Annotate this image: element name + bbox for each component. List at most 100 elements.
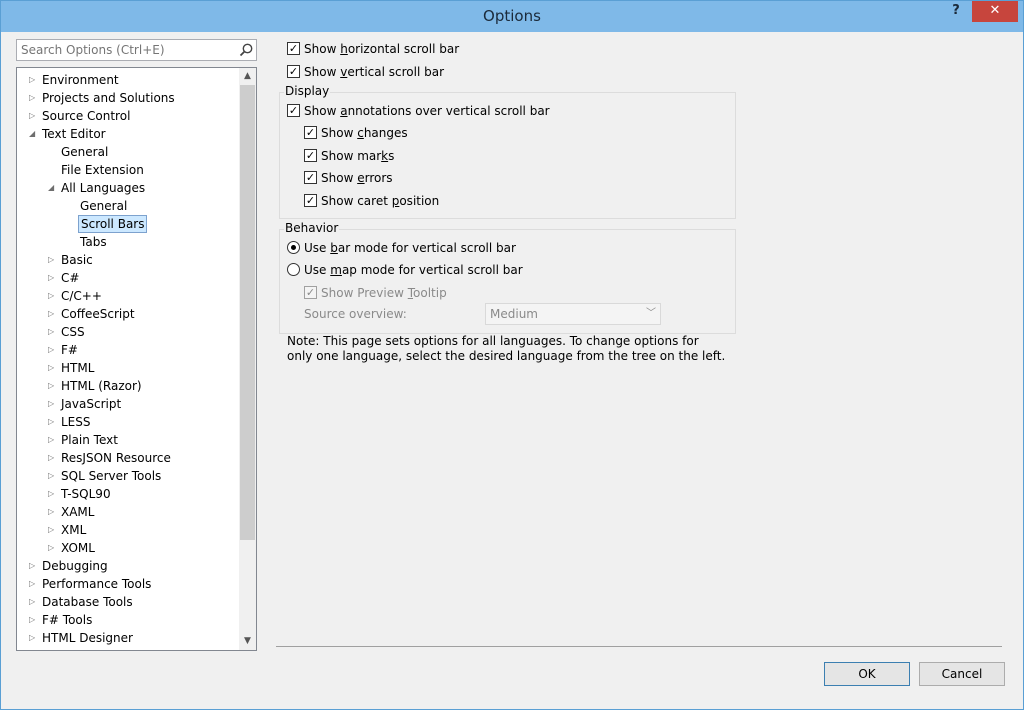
tree-item[interactable]: ▷ JavaScript	[17, 395, 239, 413]
collapsed-arrow-icon[interactable]: ▷	[48, 323, 58, 341]
tree-item[interactable]: General	[17, 197, 239, 215]
tree-item[interactable]: ▷ ResJSON Resource	[17, 449, 239, 467]
tree-item[interactable]: ▷ CoffeeScript	[17, 305, 239, 323]
search-icon[interactable]	[238, 42, 254, 58]
tree-item[interactable]: ▷ HTML Designer	[17, 629, 239, 647]
collapsed-arrow-icon[interactable]: ▷	[48, 539, 58, 557]
tree-item[interactable]: ▷ Projects and Solutions	[17, 89, 239, 107]
tree-item[interactable]: ▷ XOML	[17, 539, 239, 557]
tree-item[interactable]: ▷ HTML	[17, 359, 239, 377]
collapsed-arrow-icon[interactable]: ▷	[48, 449, 58, 467]
options-dialog: Options ? ✕ ▲ ▼ ▷Environment▷Projects an…	[0, 0, 1024, 710]
collapsed-arrow-icon[interactable]: ▷	[48, 395, 58, 413]
search-box	[16, 39, 257, 61]
tree-item[interactable]: ▷ C#	[17, 269, 239, 287]
options-tree[interactable]: ▲ ▼ ▷ Environment ▷ Projects and Solutions ▷…	[16, 67, 257, 651]
cancel-button[interactable]: Cancel	[919, 662, 1005, 686]
tree-item[interactable]: ▷ SQL Server Tools	[17, 467, 239, 485]
collapsed-arrow-icon[interactable]: ▷	[48, 341, 58, 359]
collapsed-arrow-icon[interactable]: ▷	[48, 467, 58, 485]
tree-item-label: All Languages	[61, 181, 146, 195]
tree-item[interactable]: ▷ Debugging	[17, 557, 239, 575]
close-button[interactable]: ✕	[972, 1, 1018, 22]
checkbox-checked-icon[interactable]: ✓	[304, 126, 317, 139]
tree-item[interactable]: Tabs	[17, 233, 239, 251]
tree-item-label: Source Control	[42, 109, 131, 123]
tree-item[interactable]: File Extension	[17, 161, 239, 179]
tree-item[interactable]: ▷ F#	[17, 341, 239, 359]
title-bar: Options ? ✕	[1, 1, 1023, 32]
language-note: Note: This page sets options for all lan…	[287, 334, 726, 363]
checkbox-checked-icon[interactable]: ✓	[304, 149, 317, 162]
tree-item[interactable]: ▷ Performance Tools	[17, 575, 239, 593]
tree-item[interactable]: General	[17, 143, 239, 161]
checkbox-checked-icon[interactable]: ✓	[287, 65, 300, 78]
checkbox-checked-icon[interactable]: ✓	[304, 171, 317, 184]
tree-item-label: HTML	[61, 361, 95, 375]
collapsed-arrow-icon[interactable]: ▷	[29, 107, 39, 125]
tree-item-label: Projects and Solutions	[42, 91, 175, 105]
tree-item-label: F# Tools	[42, 613, 93, 627]
tree-item-label: JavaScript	[61, 397, 122, 411]
tree-item[interactable]: ▷ C/C++	[17, 287, 239, 305]
collapsed-arrow-icon[interactable]: ▷	[48, 287, 58, 305]
collapsed-arrow-icon[interactable]: ▷	[29, 593, 39, 611]
radio-selected-icon[interactable]	[287, 241, 300, 254]
collapsed-arrow-icon[interactable]: ▷	[29, 575, 39, 593]
tree-item[interactable]: Scroll Bars	[17, 215, 239, 233]
tree-item[interactable]: ▷ Plain Text	[17, 431, 239, 449]
collapsed-arrow-icon[interactable]: ▷	[48, 377, 58, 395]
collapsed-arrow-icon[interactable]: ▷	[29, 71, 39, 89]
radio-unselected-icon[interactable]	[287, 263, 300, 276]
checkbox-checked-disabled-icon[interactable]: ✓	[304, 286, 317, 299]
tree-item[interactable]: ▷ T-SQL90	[17, 485, 239, 503]
expanded-arrow-icon[interactable]: ◢	[48, 179, 58, 197]
scroll-thumb[interactable]	[240, 85, 255, 540]
behavior-group-title: Behavior	[284, 221, 340, 235]
collapsed-arrow-icon[interactable]: ▷	[29, 557, 39, 575]
tree-item-label: Text Editor	[42, 127, 106, 141]
checkbox-checked-icon[interactable]: ✓	[287, 104, 300, 117]
tree-item-label: SQL Server Tools	[61, 469, 162, 483]
tree-item[interactable]: ▷ Basic	[17, 251, 239, 269]
tree-item-label: Environment	[42, 73, 119, 87]
search-input[interactable]	[21, 42, 231, 58]
tree-item[interactable]: ▷ LESS	[17, 413, 239, 431]
collapsed-arrow-icon[interactable]: ▷	[48, 485, 58, 503]
tree-item-label: CoffeeScript	[61, 307, 135, 321]
tree-item[interactable]: ▷ XML	[17, 521, 239, 539]
scroll-up-icon[interactable]: ▲	[239, 68, 256, 85]
tree-item-label: XOML	[61, 541, 95, 555]
tree-item[interactable]: ▷ Environment	[17, 71, 239, 89]
tree-item[interactable]: ▷ CSS	[17, 323, 239, 341]
source-overview-dropdown[interactable]: Medium ﹀	[485, 303, 661, 325]
checkbox-checked-icon[interactable]: ✓	[304, 194, 317, 207]
tree-item-label: File Extension	[61, 163, 144, 177]
expanded-arrow-icon[interactable]: ◢	[29, 125, 39, 143]
collapsed-arrow-icon[interactable]: ▷	[48, 413, 58, 431]
collapsed-arrow-icon[interactable]: ▷	[48, 305, 58, 323]
tree-item-label: HTML (Razor)	[61, 379, 142, 393]
collapsed-arrow-icon[interactable]: ▷	[48, 431, 58, 449]
collapsed-arrow-icon[interactable]: ▷	[29, 611, 39, 629]
collapsed-arrow-icon[interactable]: ▷	[29, 89, 39, 107]
scroll-down-icon[interactable]: ▼	[239, 633, 256, 650]
tree-item[interactable]: ▷ F# Tools	[17, 611, 239, 629]
ok-button[interactable]: OK	[824, 662, 910, 686]
tree-item[interactable]: ◢ Text Editor	[17, 125, 239, 143]
collapsed-arrow-icon[interactable]: ▷	[48, 359, 58, 377]
tree-item[interactable]: ▷ XAML	[17, 503, 239, 521]
tree-item[interactable]: ▷ Source Control	[17, 107, 239, 125]
collapsed-arrow-icon[interactable]: ▷	[29, 629, 39, 647]
tree-scrollbar[interactable]: ▲ ▼	[239, 68, 256, 650]
tree-item[interactable]: ▷ Database Tools	[17, 593, 239, 611]
tree-item[interactable]: ◢ All Languages	[17, 179, 239, 197]
tree-item[interactable]: ▷ HTML (Razor)	[17, 377, 239, 395]
collapsed-arrow-icon[interactable]: ▷	[48, 521, 58, 539]
collapsed-arrow-icon[interactable]: ▷	[48, 269, 58, 287]
checkbox-checked-icon[interactable]: ✓	[287, 42, 300, 55]
help-button[interactable]: ?	[945, 3, 967, 23]
collapsed-arrow-icon[interactable]: ▷	[48, 503, 58, 521]
tree-item-label: General	[61, 145, 109, 159]
collapsed-arrow-icon[interactable]: ▷	[48, 251, 58, 269]
